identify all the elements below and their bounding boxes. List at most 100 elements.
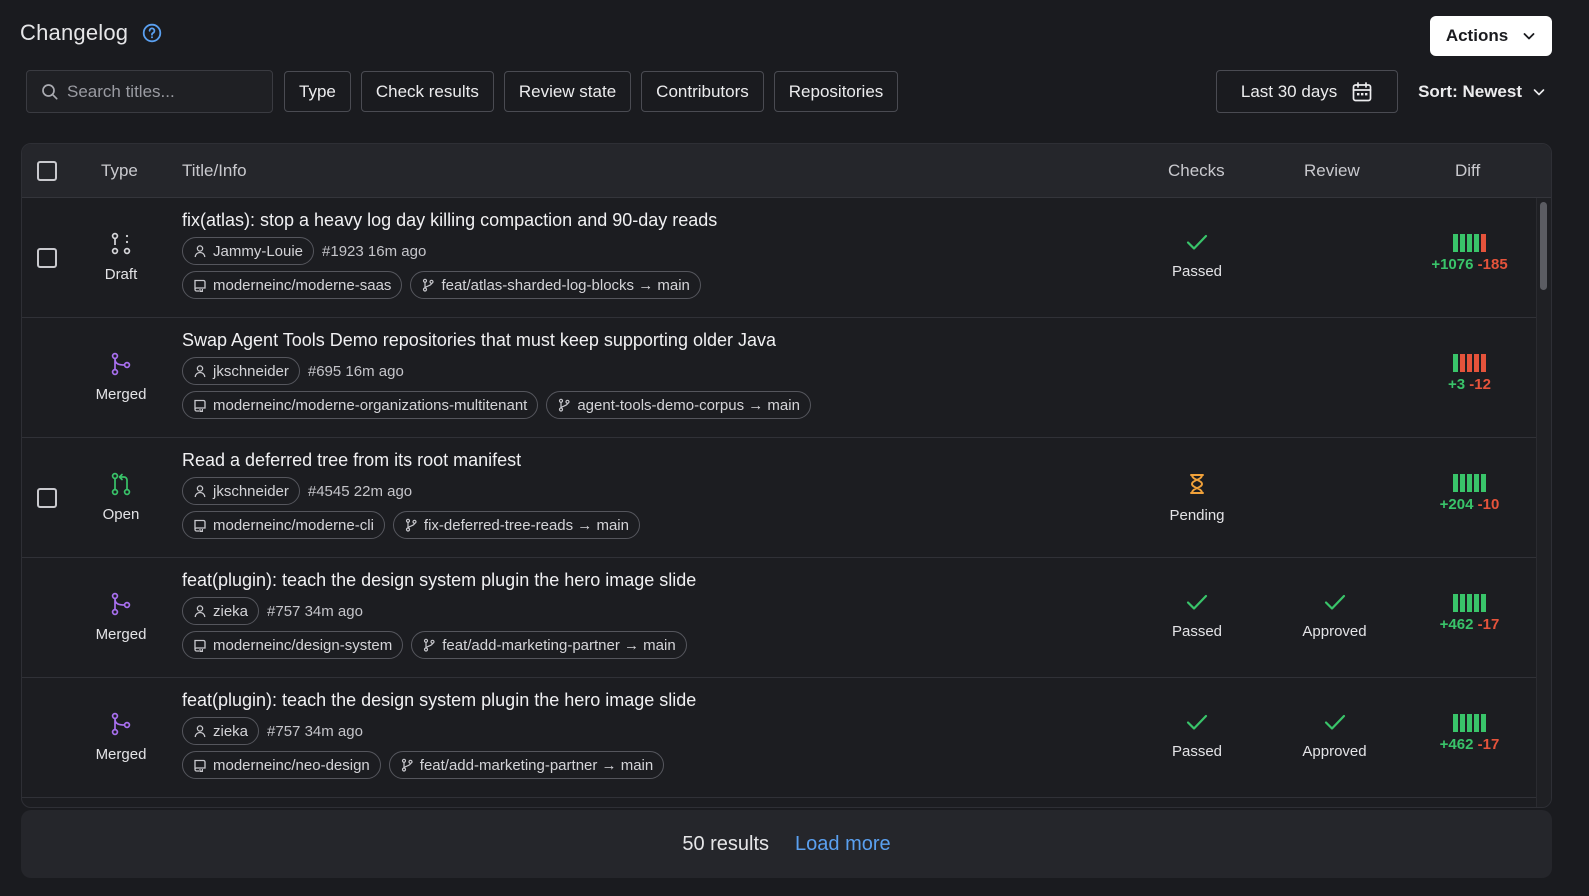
checks-status[interactable]: Passed	[1152, 232, 1242, 280]
sort-button[interactable]: Sort: Newest	[1418, 82, 1552, 102]
branch-chip[interactable]: feat/atlas-sharded-log-blocks → main	[410, 271, 701, 299]
branch-name: feat/atlas-sharded-log-blocks → main	[441, 276, 690, 294]
load-more-button[interactable]: Load more	[795, 833, 891, 856]
column-header-type[interactable]: Type	[101, 161, 138, 181]
branch-chip[interactable]: feat/add-marketing-partner → main	[388, 751, 665, 779]
pr-title[interactable]: feat(plugin): teach the design system pl…	[182, 570, 696, 591]
user-icon	[194, 245, 206, 258]
table-row[interactable]: Merged feat(plugin): teach the design sy…	[22, 558, 1551, 678]
diff-bar-addition	[1453, 594, 1458, 612]
author-name: jkschneider	[213, 362, 289, 380]
diff-numbers: +1076 -185	[1431, 256, 1507, 273]
calendar-icon	[1352, 81, 1372, 101]
search-icon	[42, 83, 58, 100]
scrollbar-thumb[interactable]	[1540, 202, 1547, 290]
actions-button-label: Actions	[1445, 26, 1509, 45]
hourglass-icon	[1185, 472, 1209, 501]
pr-number-time: #757 34m ago	[267, 722, 363, 740]
diff-bars	[1453, 354, 1486, 372]
column-header-checks[interactable]: Checks	[1168, 161, 1225, 181]
search-input[interactable]	[67, 81, 257, 102]
help-circle-icon[interactable]	[142, 23, 162, 43]
branch-icon	[401, 758, 413, 772]
checks-label: Passed	[1171, 263, 1223, 280]
checks-status[interactable]: Passed	[1152, 712, 1242, 760]
branch-name: fix-deferred-tree-reads → main	[423, 516, 629, 534]
author-chip[interactable]: jkschneider	[182, 357, 300, 385]
pr-title[interactable]: Read a deferred tree from its root manif…	[182, 450, 640, 471]
pr-title[interactable]: Swap Agent Tools Demo repositories that …	[182, 330, 811, 351]
diff-numbers: +204 -10	[1440, 496, 1500, 513]
pr-number-time: #757 34m ago	[267, 602, 363, 620]
repo-name: moderneinc/neo-design	[213, 756, 370, 774]
table-body: Draft fix(atlas): stop a heavy log day k…	[22, 198, 1551, 807]
column-header-diff[interactable]: Diff	[1455, 161, 1480, 181]
diff-bar-addition	[1474, 714, 1479, 732]
repo-chip[interactable]: moderneinc/moderne-organizations-multite…	[182, 391, 539, 419]
branch-icon	[559, 398, 570, 412]
diff-bar-addition	[1460, 474, 1465, 492]
date-range-label: Last 30 days	[1240, 81, 1338, 101]
check-icon	[1323, 592, 1347, 617]
filter-type-button[interactable]: Type	[284, 71, 351, 112]
diff-bar-addition	[1453, 234, 1458, 252]
additions: +1076	[1431, 256, 1474, 273]
deletions: -10	[1477, 496, 1500, 513]
actions-button[interactable]: Actions	[1430, 16, 1552, 56]
branch-chip[interactable]: agent-tools-demo-corpus → main	[546, 391, 811, 419]
repo-chip[interactable]: moderneinc/neo-design	[182, 751, 381, 779]
diff-bar-addition	[1474, 594, 1479, 612]
repo-icon	[194, 279, 206, 292]
author-chip[interactable]: jkschneider	[182, 477, 300, 505]
pr-number-time: #4545 22m ago	[307, 482, 413, 500]
diff-stats: +462 -17	[1412, 714, 1527, 753]
filter-review-state-button[interactable]: Review state	[503, 71, 632, 112]
repo-icon	[194, 639, 206, 652]
pr-info: Read a deferred tree from its root manif…	[182, 450, 640, 539]
filter-check-results-button[interactable]: Check results	[360, 71, 494, 112]
result-count: 50 results	[682, 832, 770, 855]
checks-status[interactable]: Pending	[1152, 472, 1242, 524]
pr-title[interactable]: fix(atlas): stop a heavy log day killing…	[182, 210, 717, 231]
repo-chip[interactable]: moderneinc/moderne-cli	[182, 511, 385, 539]
branch-chip[interactable]: fix-deferred-tree-reads → main	[392, 511, 640, 539]
check-icon	[1185, 592, 1209, 617]
date-range-button[interactable]: Last 30 days	[1216, 70, 1399, 113]
branch-name: agent-tools-demo-corpus → main	[577, 396, 800, 414]
table-row[interactable]: Merged feat(plugin): teach the design sy…	[22, 678, 1551, 798]
pr-number-time: #1923 16m ago	[322, 242, 427, 260]
pr-type: Merged	[82, 351, 160, 403]
deletions: -12	[1469, 376, 1491, 393]
filter-contributors-button[interactable]: Contributors	[641, 71, 764, 112]
row-checkbox[interactable]	[37, 488, 57, 508]
author-chip[interactable]: Jammy-Louie	[182, 237, 315, 265]
select-all-checkbox[interactable]	[37, 161, 57, 181]
author-name: jkschneider	[213, 482, 289, 500]
column-header-review[interactable]: Review	[1304, 161, 1360, 181]
column-header-title[interactable]: Title/Info	[182, 161, 247, 181]
table-row[interactable]: Open Read a deferred tree from its root …	[22, 438, 1551, 558]
table-row[interactable]: Draft fix(atlas): stop a heavy log day k…	[22, 198, 1551, 318]
repo-chip[interactable]: moderneinc/moderne-saas	[182, 271, 403, 299]
repo-chip[interactable]: moderneinc/design-system	[182, 631, 404, 659]
pr-title[interactable]: feat(plugin): teach the design system pl…	[182, 690, 696, 711]
row-checkbox[interactable]	[37, 248, 57, 268]
pr-type-label: Merged	[95, 386, 147, 403]
table-row[interactable]: Merged Swap Agent Tools Demo repositorie…	[22, 318, 1551, 438]
branch-chip[interactable]: feat/add-marketing-partner → main	[411, 631, 687, 659]
diff-bar-addition	[1474, 474, 1479, 492]
author-chip[interactable]: zieka	[182, 717, 260, 745]
diff-stats: +204 -10	[1412, 474, 1527, 513]
author-chip[interactable]: zieka	[182, 597, 260, 625]
review-status: Approved	[1287, 592, 1382, 640]
diff-bar-addition	[1481, 714, 1486, 732]
filter-repositories-button[interactable]: Repositories	[773, 71, 899, 112]
branch-icon	[423, 278, 435, 292]
author-name: Jammy-Louie	[213, 242, 304, 260]
checks-status[interactable]: Passed	[1152, 592, 1242, 640]
branch-icon	[405, 518, 417, 532]
deletions: -17	[1477, 736, 1500, 753]
pr-number-time: #695 16m ago	[307, 362, 404, 380]
sort-label: Sort: Newest	[1418, 81, 1522, 101]
pr-type-label: Open	[102, 506, 140, 523]
